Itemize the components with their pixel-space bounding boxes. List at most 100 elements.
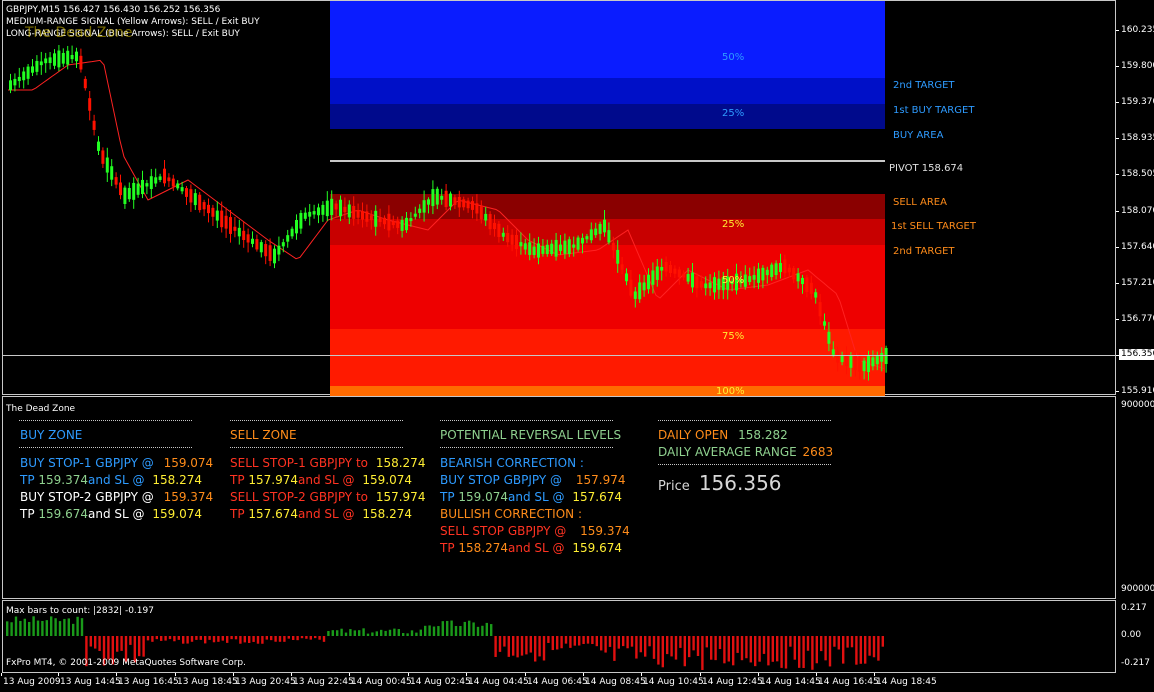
candle-body xyxy=(53,53,56,66)
price-axis-label: 157.210 xyxy=(1121,277,1154,288)
oscillator-bar xyxy=(622,636,625,647)
candle-body xyxy=(295,219,298,234)
candle-body xyxy=(220,210,224,228)
oscillator-bar xyxy=(160,636,163,641)
oscillator-bar xyxy=(542,636,546,661)
oscillator-bar xyxy=(446,620,449,636)
candle-body xyxy=(682,273,686,278)
time-axis-label: 14 Aug 12:45 xyxy=(702,677,763,687)
candle-body xyxy=(141,179,144,195)
oscillator-bar xyxy=(784,636,788,669)
overlay-title-watermark: The Dead Zone xyxy=(25,25,133,41)
price-axis-tick xyxy=(1116,246,1119,248)
oscillator-bar xyxy=(604,636,607,653)
candle-body xyxy=(809,282,813,294)
candle-body xyxy=(383,217,386,225)
candle-body xyxy=(493,222,496,230)
oscillator-bar xyxy=(142,636,145,657)
oscillator-bar xyxy=(366,633,370,636)
bullish-sl-value: 159.674 xyxy=(572,541,622,555)
candle-body xyxy=(22,71,26,81)
candle-body xyxy=(303,212,307,219)
candle-body xyxy=(185,188,188,197)
bearish-sl-value: 157.674 xyxy=(572,490,622,504)
main-chart-pane[interactable]: 50% 25% 25% 50% 75% 100% 2nd TARGET 1st … xyxy=(2,0,1117,397)
time-axis-label: 14 Aug 04:45 xyxy=(468,677,529,687)
oscillator-bar xyxy=(635,636,638,659)
oscillator-bar xyxy=(877,636,880,661)
oscillator-bar xyxy=(432,626,436,636)
candle-body xyxy=(765,269,769,276)
candlestick-chart[interactable] xyxy=(3,1,1117,396)
oscillator-bar xyxy=(28,621,31,636)
bearish-stop-row: BUY STOP GBPJPY @ 157.974 xyxy=(440,473,625,487)
candle-body xyxy=(79,55,83,70)
price-axis-label: 158.505 xyxy=(1121,169,1154,180)
candle-body xyxy=(343,206,347,213)
oscillator-bar xyxy=(384,630,387,636)
oscillator-bar xyxy=(221,636,224,641)
sell-stop-2-label: SELL STOP-2 GBPJPY to xyxy=(230,490,368,504)
candle-body xyxy=(638,282,642,300)
candle-body xyxy=(136,183,140,195)
candle-body xyxy=(853,355,857,371)
daily-divider-mid xyxy=(658,464,831,465)
sell-tp-1-label: TP xyxy=(230,473,245,487)
buy-zone-header: BUY ZONE xyxy=(20,428,83,442)
oscillator-pane[interactable]: Max bars to count: |2832| -0.197 FxPro M… xyxy=(2,600,1116,673)
candle-body xyxy=(774,263,778,275)
time-axis-label: 13 Aug 14:45 xyxy=(60,677,121,687)
candle-body xyxy=(770,264,774,277)
oscillator-bar xyxy=(718,636,722,650)
candle-body xyxy=(479,206,483,220)
time-axis-tick xyxy=(466,673,467,676)
candle-body xyxy=(413,213,417,217)
price-row: Price 156.356 xyxy=(658,471,782,495)
candle-body xyxy=(83,78,87,89)
price-axis-label: 159.370 xyxy=(1121,97,1154,108)
candle-body xyxy=(501,232,505,237)
oscillator-bar xyxy=(177,636,180,640)
oscillator-bar xyxy=(758,636,761,662)
oscillator-bar xyxy=(296,636,299,641)
oscillator-bar xyxy=(578,636,581,646)
oscillator-bar xyxy=(745,636,748,659)
oscillator-bar xyxy=(107,636,110,660)
oscillator-bar xyxy=(560,636,563,649)
candle-body xyxy=(651,270,655,285)
oscillator-bar xyxy=(666,636,669,655)
candle-body xyxy=(317,207,320,216)
candle-body xyxy=(677,269,681,278)
oscillator-bar xyxy=(287,636,290,639)
oscillator-bar xyxy=(701,636,704,670)
oscillator-bar xyxy=(406,633,409,636)
sell-stop-1-price: 158.274 xyxy=(375,456,426,470)
oscillator-bar xyxy=(789,636,792,647)
bearish-correction-header: BEARISH CORRECTION : xyxy=(440,456,584,470)
candle-body xyxy=(563,240,567,254)
oscillator-bar xyxy=(591,636,594,645)
oscillator-bar xyxy=(402,633,405,636)
price-axis[interactable] xyxy=(1116,0,1154,395)
candle-body xyxy=(603,219,606,233)
oscillator-bar xyxy=(278,636,282,642)
candle-body xyxy=(576,237,580,250)
time-axis-tick xyxy=(700,673,701,676)
oscillator-bar xyxy=(6,621,9,636)
candle-body xyxy=(554,239,558,257)
buy-tp-1-value: 159.374 xyxy=(38,473,89,487)
daily-adr-label: DAILY AVERAGE RANGE xyxy=(658,445,797,459)
oscillator-bar xyxy=(190,636,194,642)
candle-body xyxy=(290,228,294,237)
oscillator-bar xyxy=(349,629,352,636)
oscillator-bar xyxy=(525,636,528,655)
oscillator-bar xyxy=(239,636,242,644)
candle-body xyxy=(862,360,866,372)
oscillator-bar xyxy=(63,618,66,636)
candle-body xyxy=(559,244,562,251)
oscillator-bar xyxy=(538,636,541,657)
price-axis-label: 155.910 xyxy=(1121,386,1154,396)
candle-body xyxy=(708,282,712,289)
bullish-sl-label: and SL @ xyxy=(508,541,565,555)
time-axis-tick xyxy=(408,673,409,676)
